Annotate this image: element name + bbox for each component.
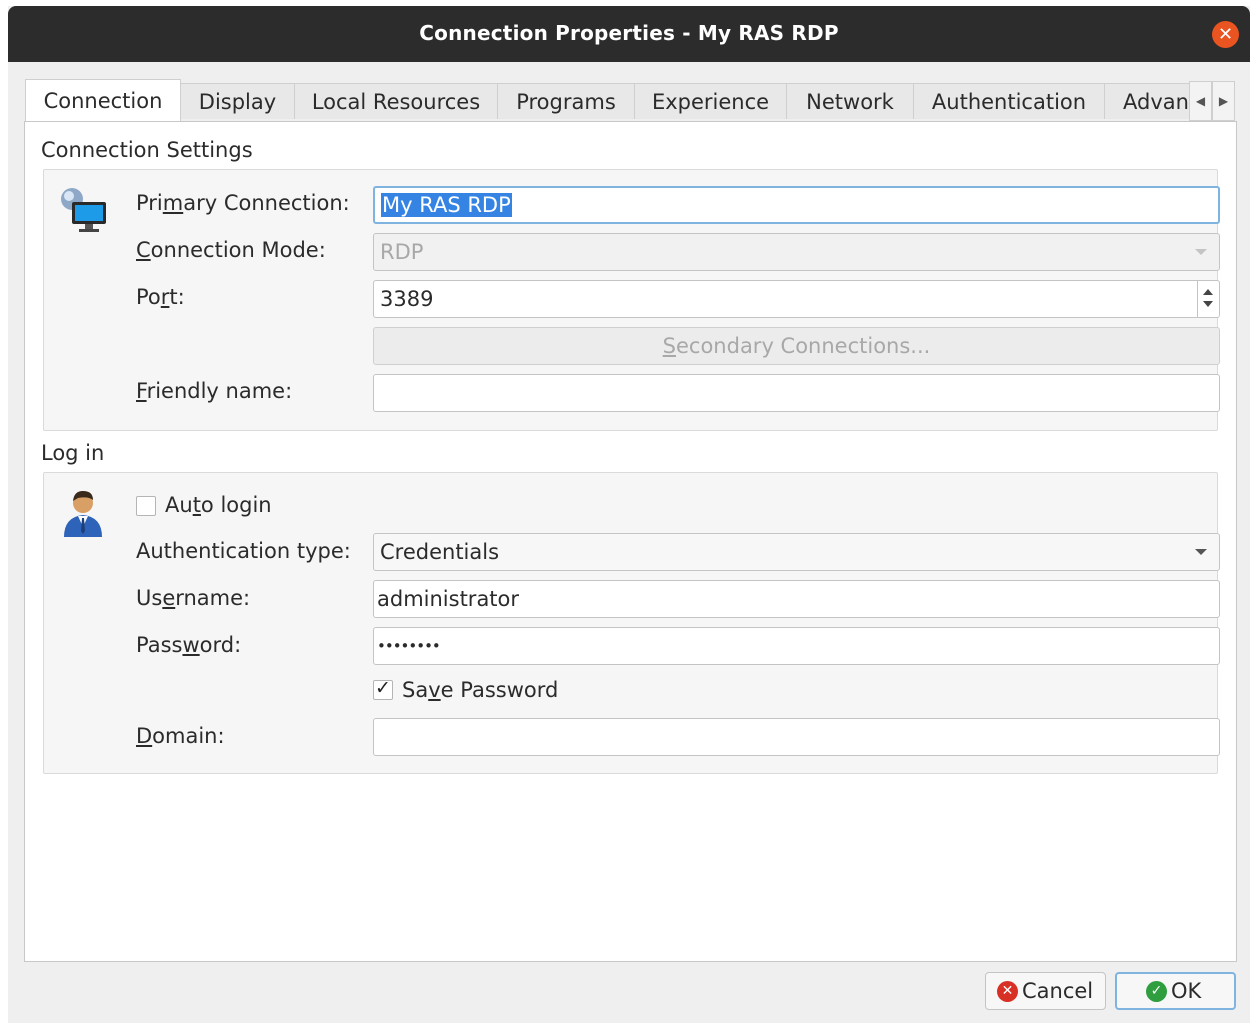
domain-label: Domain: (136, 724, 225, 748)
auto-login-label[interactable]: Auto login (165, 493, 272, 517)
user-icon (64, 491, 102, 537)
secondary-connections-button[interactable]: Secondary Connections... (373, 327, 1220, 365)
username-input[interactable]: administrator (373, 580, 1220, 618)
auto-login-checkbox[interactable] (136, 496, 156, 516)
close-icon[interactable]: ✕ (1212, 21, 1239, 48)
tab-experience[interactable]: Experience (634, 83, 787, 119)
window-title: Connection Properties - My RAS RDP (419, 21, 839, 45)
primary-connection-label: Primary Connection: (136, 191, 350, 215)
tab-scroll-right-icon[interactable]: ▶ (1212, 81, 1235, 121)
friendly-name-label: Friendly name: (136, 379, 293, 403)
ok-button[interactable]: ✓ OK (1115, 972, 1236, 1010)
cancel-icon: ✕ (997, 981, 1018, 1002)
connection-settings-group: Primary Connection: My RAS RDP Connectio… (43, 169, 1220, 431)
friendly-name-input[interactable] (373, 374, 1220, 412)
spin-arrows-icon[interactable] (1197, 281, 1219, 317)
tab-advanced[interactable]: Advan (1104, 83, 1190, 119)
password-label: Password: (136, 633, 242, 657)
port-label: Port: (136, 285, 185, 309)
section-title-log-in: Log in (41, 441, 105, 465)
tab-local-resources[interactable]: Local Resources (294, 83, 498, 119)
save-password-label[interactable]: Save Password (402, 678, 558, 702)
port-spinbox[interactable]: 3389 (373, 280, 1220, 318)
tab-connection[interactable]: Connection (25, 79, 181, 121)
connection-mode-select[interactable]: RDP (373, 233, 1220, 271)
title-bar[interactable]: Connection Properties - My RAS RDP ✕ (8, 6, 1250, 62)
save-password-checkbox[interactable] (373, 677, 393, 700)
authentication-type-label: Authentication type: (136, 539, 351, 563)
ok-check-icon: ✓ (1146, 981, 1167, 1002)
authentication-type-select[interactable]: Credentials (373, 533, 1220, 571)
primary-connection-input[interactable]: My RAS RDP (373, 186, 1220, 224)
section-title-connection-settings: Connection Settings (41, 138, 253, 162)
tab-display[interactable]: Display (180, 83, 295, 119)
tab-programs[interactable]: Programs (497, 83, 635, 119)
cancel-button[interactable]: ✕ Cancel (985, 972, 1106, 1010)
username-label: Username: (136, 586, 251, 610)
tab-scroll-left-icon[interactable]: ◀ (1189, 81, 1212, 121)
connection-mode-label: Connection Mode: (136, 238, 326, 262)
password-input[interactable]: •••••••• (373, 627, 1220, 665)
login-group: Auto login Authentication type: Credenti… (43, 472, 1220, 774)
domain-input[interactable] (373, 718, 1220, 756)
chevron-down-icon (1195, 549, 1207, 555)
tab-network[interactable]: Network (786, 83, 914, 119)
tab-authentication[interactable]: Authentication (913, 83, 1105, 119)
tab-page-connection: Connection Settings Primary Connection: … (24, 121, 1237, 962)
monitor-network-icon (61, 188, 106, 232)
chevron-down-icon (1195, 249, 1207, 255)
